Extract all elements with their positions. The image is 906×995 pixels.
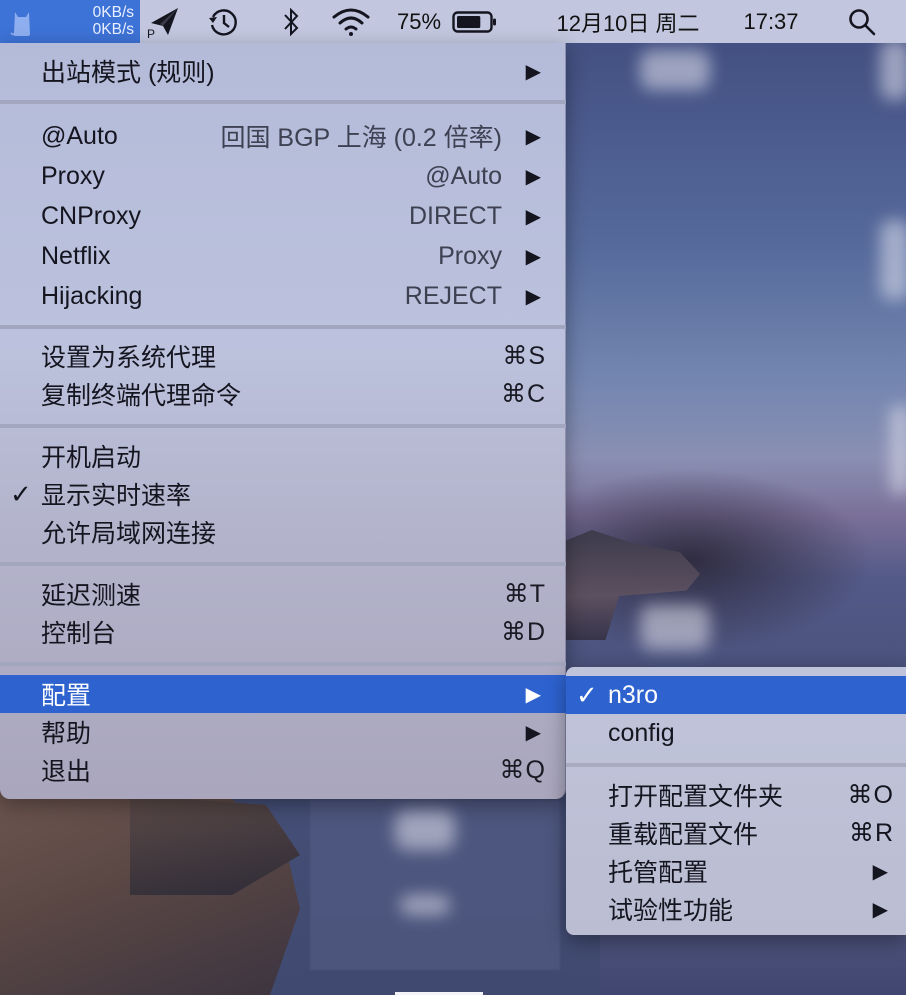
bluetooth-icon[interactable] [276, 0, 306, 43]
submenu-arrow-icon: ▶ [525, 285, 541, 308]
menubar: 0KB/s 0KB/s P 75% 12月10日 周二 17:37 [0, 0, 906, 43]
submenu-arrow-icon: ▶ [872, 860, 888, 883]
menu-separator [566, 763, 906, 767]
menu-item-allow-lan[interactable]: 允许局域网连接 [0, 513, 566, 551]
menu-separator [0, 424, 566, 428]
keyboard-shortcut: ⌘D [500, 618, 546, 646]
submenu-arrow-icon: ▶ [525, 721, 541, 744]
cat-icon [10, 12, 30, 36]
menu-item-help[interactable]: 帮助 ▶ [0, 713, 566, 751]
battery-level [457, 15, 481, 28]
keyboard-shortcut: ⌘T [503, 580, 546, 608]
menu-item-dashboard[interactable]: 控制台 ⌘D [0, 613, 566, 651]
submenu-item-config-profile[interactable]: ✓ n3ro [566, 676, 906, 714]
submenu-item-open-config-folder[interactable]: 打开配置文件夹 ⌘O [566, 776, 906, 814]
blurred-desktop-icon [880, 40, 906, 100]
menu-item-config[interactable]: 配置 ▶ [0, 675, 566, 713]
config-submenu: ✓ n3ro config 打开配置文件夹 ⌘O 重载配置文件 ⌘R 托管配置 … [566, 667, 906, 935]
selected-proxy: DIRECT [408, 201, 502, 230]
keyboard-shortcut: ⌘R [848, 819, 894, 847]
date-display[interactable]: 12月10日 周二 [534, 0, 722, 43]
battery-percent[interactable]: 75% [394, 0, 444, 43]
wifi-icon[interactable] [330, 0, 372, 43]
selected-proxy: 回国 BGP 上海 (0.2 倍率) [220, 124, 502, 152]
battery-icon[interactable] [452, 0, 498, 43]
selected-proxy: @Auto [425, 161, 502, 190]
menu-separator [0, 325, 566, 329]
submenu-arrow-icon: ▶ [525, 125, 541, 148]
menu-item-proxy-group[interactable]: CNProxy DIRECT ▶ [0, 197, 566, 235]
blurred-desktop-icon [395, 810, 455, 850]
blurred-desktop-icon [640, 50, 710, 90]
menu-separator [0, 100, 566, 104]
time-machine-icon[interactable] [203, 0, 243, 43]
menu-item-set-system-proxy[interactable]: 设置为系统代理 ⌘S [0, 337, 566, 375]
menu-item-proxy-group[interactable]: Hijacking REJECT ▶ [0, 277, 566, 315]
upload-speed: 0KB/s [92, 4, 134, 21]
menu-separator [0, 662, 566, 666]
submenu-arrow-icon: ▶ [525, 60, 541, 83]
sea-water [600, 935, 906, 995]
blurred-window [310, 800, 560, 970]
keyboard-shortcut: ⌘S [502, 342, 546, 370]
menu-separator [0, 562, 566, 566]
clash-dropdown-menu: 出站模式 (规则) ▶ @Auto 回国 BGP 上海 (0.2 倍率) ▶ P… [0, 43, 566, 799]
submenu-item-reload-config[interactable]: 重载配置文件 ⌘R [566, 814, 906, 852]
submenu-item-managed-config[interactable]: 托管配置 ▶ [566, 852, 906, 890]
blurred-desktop-icon [890, 405, 906, 495]
menu-item-launch-at-login[interactable]: 开机启动 [0, 437, 566, 475]
paper-plane-p-icon[interactable]: P [143, 0, 183, 43]
svg-text:P: P [147, 27, 155, 39]
clash-menubar-app[interactable]: 0KB/s 0KB/s [0, 0, 140, 43]
keyboard-shortcut: ⌘C [500, 380, 546, 408]
checkmark-icon: ✓ [576, 679, 598, 710]
submenu-arrow-icon: ▶ [525, 683, 541, 706]
keyboard-shortcut: ⌘Q [499, 756, 546, 784]
menu-item-quit[interactable]: 退出 ⌘Q [0, 751, 566, 789]
selected-proxy: Proxy [438, 241, 502, 270]
menu-item-show-speed[interactable]: ✓ 显示实时速率 [0, 475, 566, 513]
submenu-arrow-icon: ▶ [872, 898, 888, 921]
menu-item-proxy-group[interactable]: @Auto 回国 BGP 上海 (0.2 倍率) ▶ [0, 117, 566, 155]
blurred-desktop-icon [400, 895, 450, 915]
menu-item-proxy-group[interactable]: Proxy @Auto ▶ [0, 157, 566, 195]
submenu-item-experimental[interactable]: 试验性功能 ▶ [566, 890, 906, 928]
blurred-desktop-icon [880, 220, 906, 300]
network-speed: 0KB/s 0KB/s [93, 4, 134, 38]
menu-item-latency-test[interactable]: 延迟测速 ⌘T [0, 575, 566, 613]
menu-item-proxy-group[interactable]: Netflix Proxy ▶ [0, 237, 566, 275]
submenu-arrow-icon: ▶ [525, 165, 541, 188]
download-speed: 0KB/s [92, 21, 134, 38]
submenu-item-config-profile[interactable]: config [566, 714, 906, 752]
menu-item-outbound-mode[interactable]: 出站模式 (规则) ▶ [0, 52, 566, 90]
menu-item-copy-terminal-proxy[interactable]: 复制终端代理命令 ⌘C [0, 375, 566, 413]
submenu-arrow-icon: ▶ [525, 205, 541, 228]
clock[interactable]: 17:37 [734, 0, 808, 43]
blurred-desktop-icon [640, 605, 710, 650]
search-icon[interactable] [842, 0, 882, 43]
submenu-arrow-icon: ▶ [525, 245, 541, 268]
selected-proxy: REJECT [404, 281, 502, 310]
keyboard-shortcut: ⌘O [847, 781, 894, 809]
checkmark-icon: ✓ [10, 478, 32, 509]
